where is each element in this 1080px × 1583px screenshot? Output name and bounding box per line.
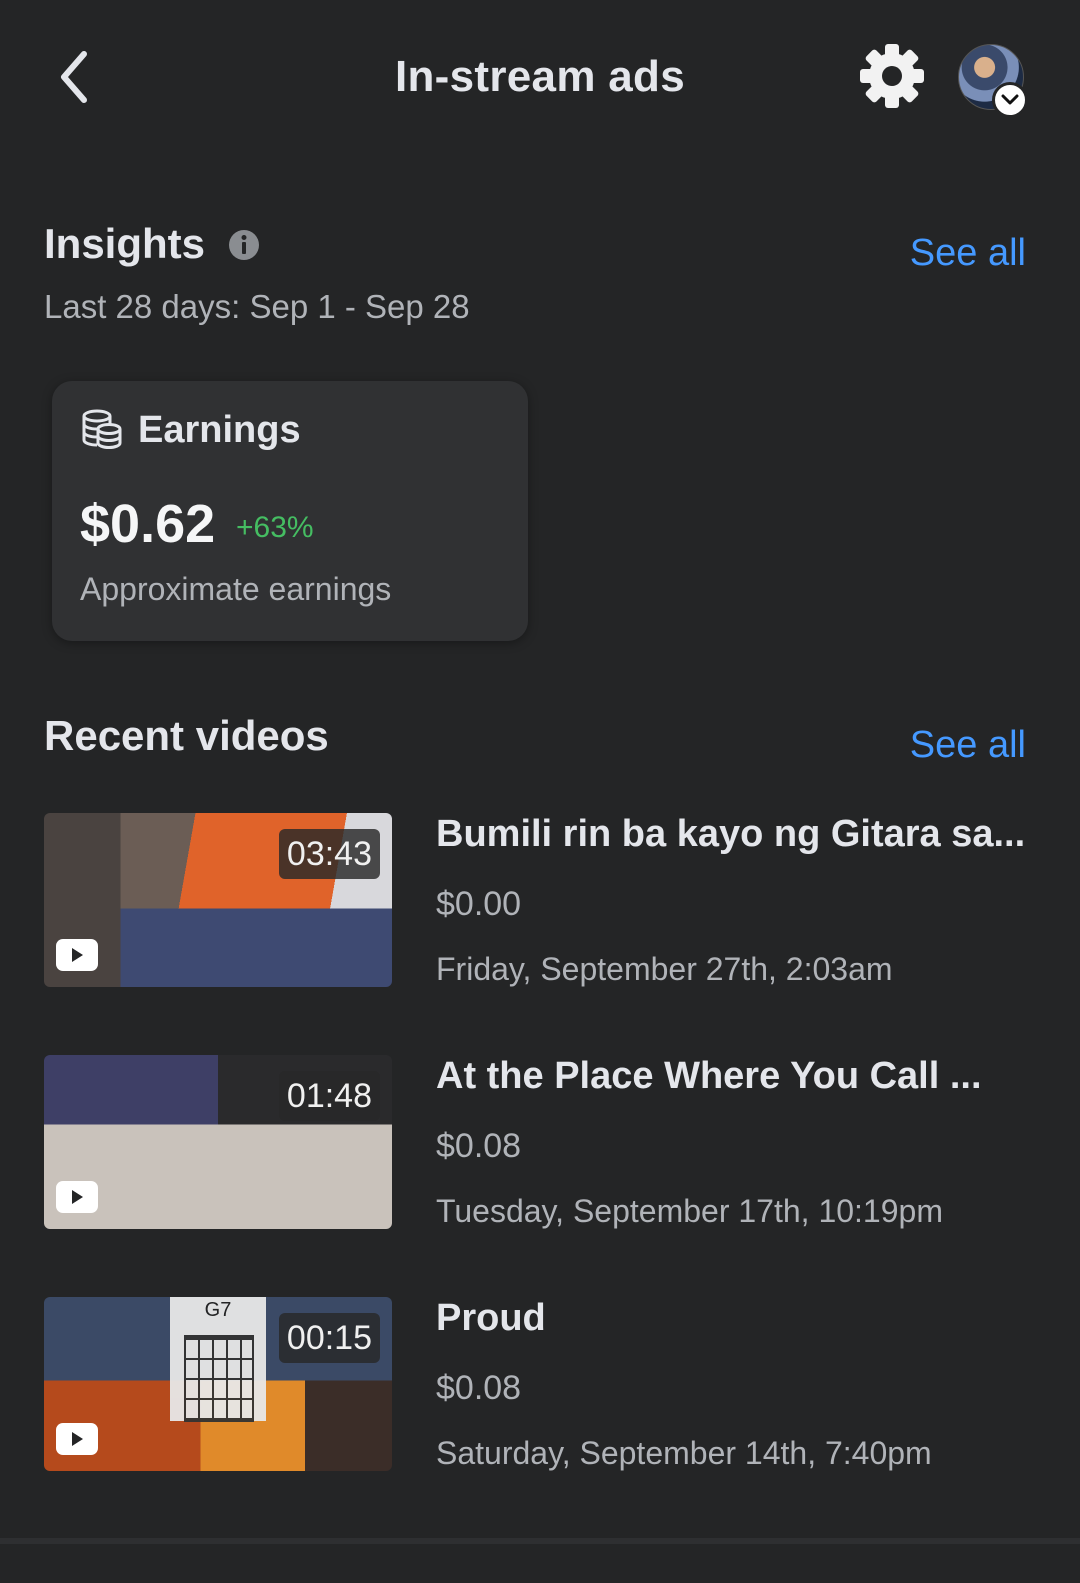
earnings-value: $0.62 xyxy=(80,494,216,554)
video-thumbnail[interactable]: G7 00:15 xyxy=(44,1297,392,1471)
video-thumbnail[interactable]: 03:43 xyxy=(44,813,392,987)
recent-videos-see-all-link[interactable]: See all xyxy=(910,724,1026,767)
video-row[interactable]: 01:48 At the Place Where You Call ... $0… xyxy=(44,1055,1034,1231)
video-earnings: $0.08 xyxy=(436,1127,522,1165)
settings-button[interactable] xyxy=(858,42,926,110)
video-date: Friday, September 27th, 2:03am xyxy=(436,951,893,987)
video-date: Saturday, September 14th, 7:40pm xyxy=(436,1435,932,1471)
chord-diagram: G7 xyxy=(170,1297,266,1422)
video-earnings: $0.00 xyxy=(436,885,522,923)
chord-label: G7 xyxy=(204,1299,232,1321)
earnings-card[interactable]: Earnings $0.62 +63% Approximate earnings xyxy=(52,381,528,641)
profile-switcher[interactable] xyxy=(958,44,1028,118)
insights-title: Insights xyxy=(44,220,206,267)
top-bar: In-stream ads xyxy=(0,0,1080,160)
date-range: Last 28 days: Sep 1 - Sep 28 xyxy=(44,288,470,325)
earnings-subtitle: Approximate earnings xyxy=(80,571,392,607)
video-title[interactable]: Proud xyxy=(436,1297,1032,1340)
insights-see-all-link[interactable]: See all xyxy=(910,232,1026,275)
earnings-label: Earnings xyxy=(138,409,301,451)
earnings-change: +63% xyxy=(236,511,314,544)
video-title[interactable]: At the Place Where You Call ... xyxy=(436,1055,1032,1098)
video-duration: 03:43 xyxy=(278,829,380,879)
play-icon xyxy=(56,939,98,971)
video-duration: 01:48 xyxy=(278,1071,380,1121)
play-icon xyxy=(56,1423,98,1455)
avatar-dropdown-badge xyxy=(992,82,1028,118)
bottom-divider xyxy=(0,1538,1080,1544)
video-title[interactable]: Bumili rin ba kayo ng Gitara sa... xyxy=(436,813,1032,856)
coins-icon xyxy=(80,407,124,451)
chevron-down-icon xyxy=(1001,94,1019,105)
play-icon xyxy=(56,1181,98,1213)
video-row[interactable]: 03:43 Bumili rin ba kayo ng Gitara sa...… xyxy=(44,813,1034,989)
recent-videos-title: Recent videos xyxy=(44,712,329,759)
video-thumbnail[interactable]: 01:48 xyxy=(44,1055,392,1229)
video-duration: 00:15 xyxy=(278,1313,380,1363)
info-icon[interactable] xyxy=(228,229,260,261)
video-row[interactable]: G7 00:15 Proud $0.08 Saturday, September… xyxy=(44,1297,1034,1473)
video-date: Tuesday, September 17th, 10:19pm xyxy=(436,1193,943,1229)
video-earnings: $0.08 xyxy=(436,1369,522,1407)
gear-icon xyxy=(860,44,924,108)
chord-grid xyxy=(184,1335,254,1422)
